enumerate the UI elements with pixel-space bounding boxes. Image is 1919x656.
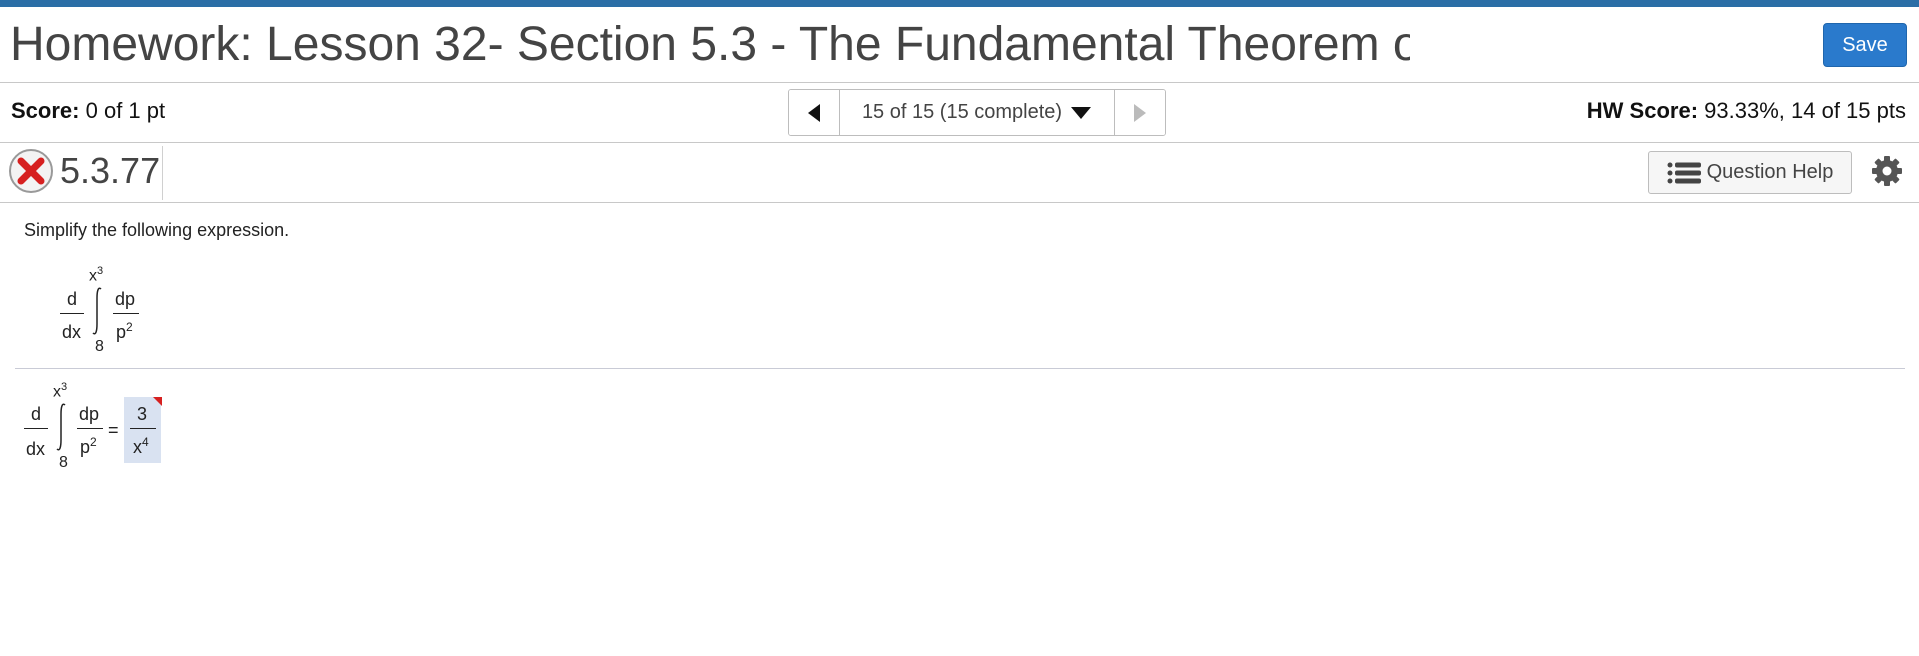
fraction-bar — [60, 313, 84, 314]
fraction-bar — [130, 428, 156, 429]
answer-numerator: 3 — [137, 404, 148, 424]
question-position-label: 15 of 15 (15 complete) — [861, 101, 1063, 123]
fraction-bar — [24, 428, 48, 429]
divider — [0, 82, 1919, 83]
divider — [162, 146, 163, 200]
upper-limit: x3 — [89, 265, 104, 285]
page-title: Homework: Lesson 32- Section 5.3 - The F… — [10, 18, 1410, 71]
answer-denominator: x4 — [133, 435, 149, 457]
next-question-button[interactable] — [1115, 90, 1165, 135]
list-icon — [1667, 162, 1701, 183]
fraction-bar — [77, 428, 103, 429]
question-prompt: Simplify the following expression. — [24, 220, 290, 240]
top-accent-bar — [0, 0, 1919, 7]
integrand-numerator: dp — [79, 404, 100, 424]
derivative-denominator: dx — [26, 439, 46, 459]
score-label: Score: — [11, 98, 80, 123]
save-button[interactable]: Save — [1823, 23, 1907, 67]
caret-down-icon — [1071, 106, 1092, 119]
question-navigator: 15 of 15 (15 complete) — [788, 89, 1166, 136]
divider — [15, 368, 1905, 369]
caret-right-icon — [1134, 103, 1146, 122]
hw-score-label: HW Score: — [1586, 98, 1699, 123]
incorrect-icon — [9, 149, 53, 193]
gear-icon[interactable] — [1871, 155, 1903, 187]
upper-limit: x3 — [53, 381, 68, 401]
lower-limit: 8 — [95, 338, 104, 355]
derivative-denominator: dx — [62, 322, 82, 342]
question-id: 5.3.77 — [60, 150, 161, 191]
divider — [0, 142, 1919, 143]
caret-left-icon — [808, 103, 820, 122]
equals-sign: = — [108, 420, 119, 440]
score-value: 0 of 1 pt — [85, 98, 166, 123]
integral-sign — [56, 403, 66, 451]
previous-question-button[interactable] — [789, 90, 840, 135]
fraction-bar — [113, 313, 139, 314]
question-help-button[interactable]: Question Help — [1648, 151, 1852, 194]
integrand-denominator: p2 — [116, 320, 133, 342]
hw-score-value: 93.33%, 14 of 15 pts — [1704, 98, 1906, 123]
question-help-label: Question Help — [1706, 161, 1834, 183]
integrand-denominator: p2 — [80, 435, 97, 457]
question-selector-dropdown[interactable]: 15 of 15 (15 complete) — [840, 90, 1115, 135]
hw-score: HW Score: 93.33%, 14 of 15 pts — [1587, 98, 1906, 124]
derivative-numerator: d — [67, 289, 78, 309]
derivative-numerator: d — [31, 404, 42, 424]
incorrect-marker — [153, 397, 162, 406]
integrand-numerator: dp — [115, 289, 136, 309]
lower-limit: 8 — [59, 454, 68, 471]
integral-sign — [92, 287, 102, 335]
score: Score: 0 of 1 pt — [11, 98, 165, 124]
divider — [0, 202, 1919, 203]
